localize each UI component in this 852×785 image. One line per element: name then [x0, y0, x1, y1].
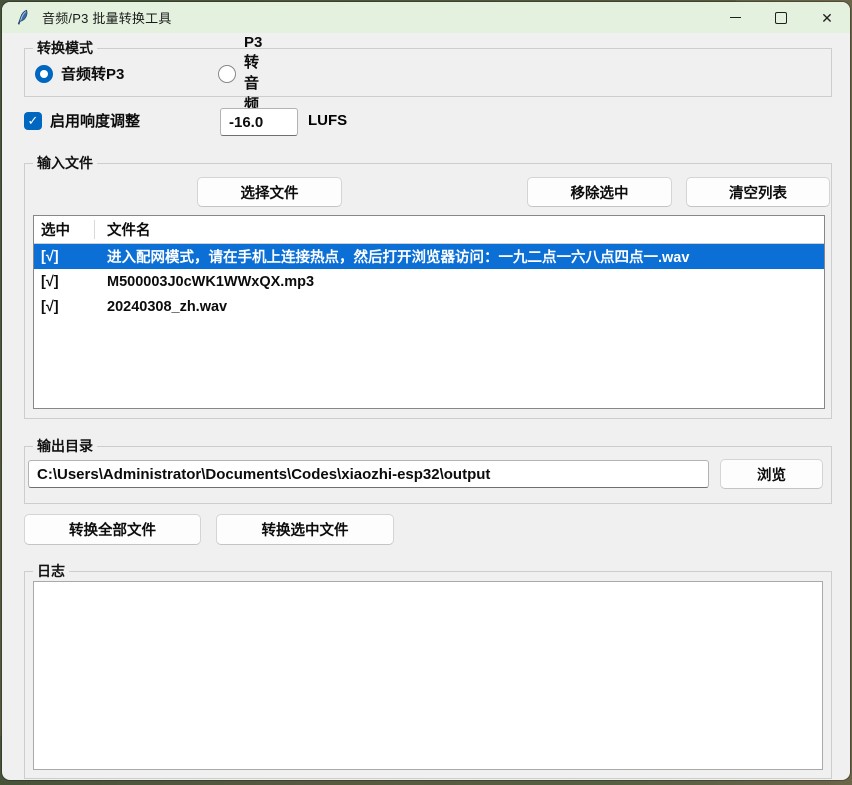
window-controls: ✕: [712, 2, 850, 33]
file-list-table[interactable]: 选中 文件名 [√]进入配网模式，请在手机上连接热点，然后打开浏览器访问：一九二…: [33, 215, 825, 409]
radio-unselected-icon: [218, 65, 236, 83]
feather-app-icon: [15, 9, 32, 26]
row-filename: 20240308_zh.wav: [100, 299, 824, 315]
file-list-header[interactable]: 选中 文件名: [34, 216, 824, 244]
table-row[interactable]: [√]进入配网模式，请在手机上连接热点，然后打开浏览器访问：一九二点一六八点四点…: [34, 244, 824, 269]
row-checked-mark: [√]: [34, 249, 100, 265]
log-group-label: 日志: [33, 562, 69, 580]
radio-selected-icon: [35, 65, 53, 83]
loudness-checkbox[interactable]: ✓ 启用响度调整: [24, 110, 140, 131]
remove-selected-button[interactable]: 移除选中: [527, 177, 672, 207]
minimize-button[interactable]: [712, 2, 758, 33]
browse-button[interactable]: 浏览: [720, 459, 823, 489]
convert-selected-button[interactable]: 转换选中文件: [216, 514, 394, 545]
radio-audio-to-p3-label: 音频转P3: [61, 63, 124, 84]
input-files-group: 输入文件 选择文件 移除选中 清空列表 选中 文件名 [√]进入配网模式，请在手…: [24, 163, 832, 419]
conversion-mode-group-label: 转换模式: [33, 39, 97, 57]
row-filename: M500003J0cWK1WWxQX.mp3: [100, 274, 824, 290]
output-path-input[interactable]: [28, 460, 709, 488]
output-directory-group-label: 输出目录: [33, 437, 97, 455]
radio-audio-to-p3[interactable]: 音频转P3: [35, 63, 124, 84]
desktop-background: 音频/P3 批量转换工具 ✕ 转换模式 音频转P3: [0, 0, 852, 785]
select-files-button[interactable]: 选择文件: [197, 177, 342, 207]
conversion-mode-group: 转换模式 音频转P3 P3转音频: [24, 48, 832, 97]
input-files-group-label: 输入文件: [33, 154, 97, 172]
convert-all-button[interactable]: 转换全部文件: [24, 514, 201, 545]
log-textarea[interactable]: [33, 581, 823, 770]
row-checked-mark: [√]: [34, 274, 100, 290]
maximize-button[interactable]: [758, 2, 804, 33]
row-filename: 进入配网模式，请在手机上连接热点，然后打开浏览器访问：一九二点一六八点四点一.w…: [100, 246, 824, 267]
loudness-row: ✓ 启用响度调整 LUFS: [24, 108, 830, 138]
title-bar[interactable]: 音频/P3 批量转换工具 ✕: [2, 2, 850, 33]
window-title: 音频/P3 批量转换工具: [42, 8, 172, 27]
radio-p3-to-audio[interactable]: P3转音频: [218, 34, 262, 114]
minimize-icon: [730, 17, 741, 18]
table-row[interactable]: [√]20240308_zh.wav: [34, 294, 824, 319]
maximize-icon: [775, 12, 787, 24]
column-header-checked[interactable]: 选中: [34, 219, 100, 240]
clear-list-button[interactable]: 清空列表: [686, 177, 830, 207]
loudness-checkbox-label: 启用响度调整: [50, 110, 140, 131]
column-header-filename[interactable]: 文件名: [100, 219, 824, 240]
lufs-value-input[interactable]: [220, 108, 298, 136]
close-button[interactable]: ✕: [804, 2, 850, 33]
app-window: 音频/P3 批量转换工具 ✕ 转换模式 音频转P3: [2, 2, 850, 780]
close-icon: ✕: [821, 11, 833, 25]
radio-p3-to-audio-label: P3转音频: [244, 34, 262, 114]
row-checked-mark: [√]: [34, 299, 100, 315]
column-divider: [94, 220, 95, 239]
table-row[interactable]: [√]M500003J0cWK1WWxQX.mp3: [34, 269, 824, 294]
file-list-body: [√]进入配网模式，请在手机上连接热点，然后打开浏览器访问：一九二点一六八点四点…: [34, 244, 824, 319]
lufs-unit-label: LUFS: [308, 112, 347, 129]
mode-radio-row: 音频转P3 P3转音频: [35, 63, 134, 84]
output-directory-group: 输出目录 浏览: [24, 446, 832, 504]
log-group: 日志: [24, 571, 832, 779]
checkbox-checked-icon: ✓: [24, 112, 42, 130]
